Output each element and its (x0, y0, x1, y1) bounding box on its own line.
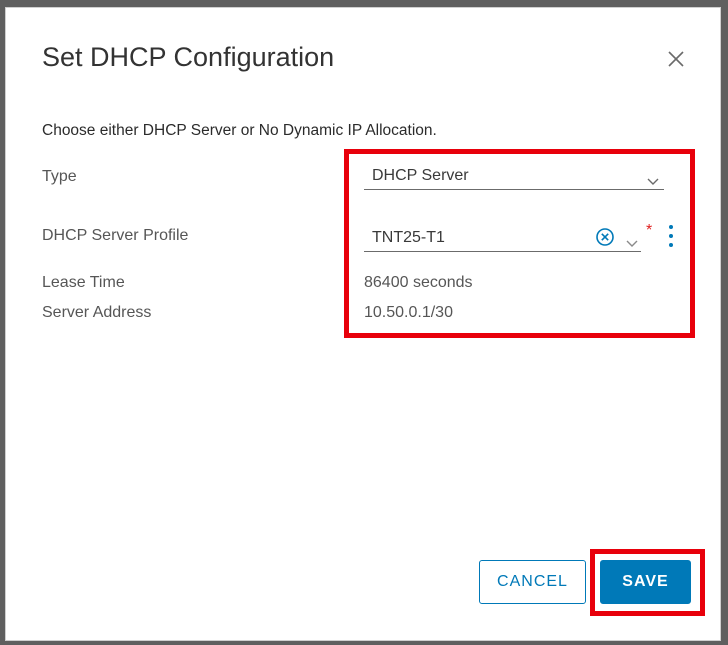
close-icon[interactable] (665, 48, 687, 70)
profile-select-value: TNT25-T1 (372, 229, 445, 246)
chevron-down-icon (647, 173, 659, 191)
cancel-button[interactable]: CANCEL (479, 560, 586, 604)
server-address-label: Server Address (42, 304, 152, 321)
dhcp-config-dialog: Set DHCP Configuration Choose either DHC… (5, 7, 721, 641)
required-marker: * (646, 222, 653, 239)
lease-time-value: 86400 seconds (364, 274, 473, 291)
type-select[interactable]: DHCP Server (364, 165, 664, 190)
lease-time-label: Lease Time (42, 274, 125, 291)
chevron-down-icon[interactable] (626, 235, 638, 253)
type-select-value: DHCP Server (372, 167, 469, 184)
clear-circle-icon[interactable] (595, 227, 615, 247)
type-label: Type (42, 168, 77, 185)
profile-label: DHCP Server Profile (42, 227, 189, 244)
dialog-title: Set DHCP Configuration (42, 42, 335, 72)
dialog-instruction: Choose either DHCP Server or No Dynamic … (42, 122, 437, 139)
save-button[interactable]: SAVE (600, 560, 691, 604)
kebab-menu-icon[interactable] (666, 225, 676, 251)
server-address-value: 10.50.0.1/30 (364, 304, 453, 321)
